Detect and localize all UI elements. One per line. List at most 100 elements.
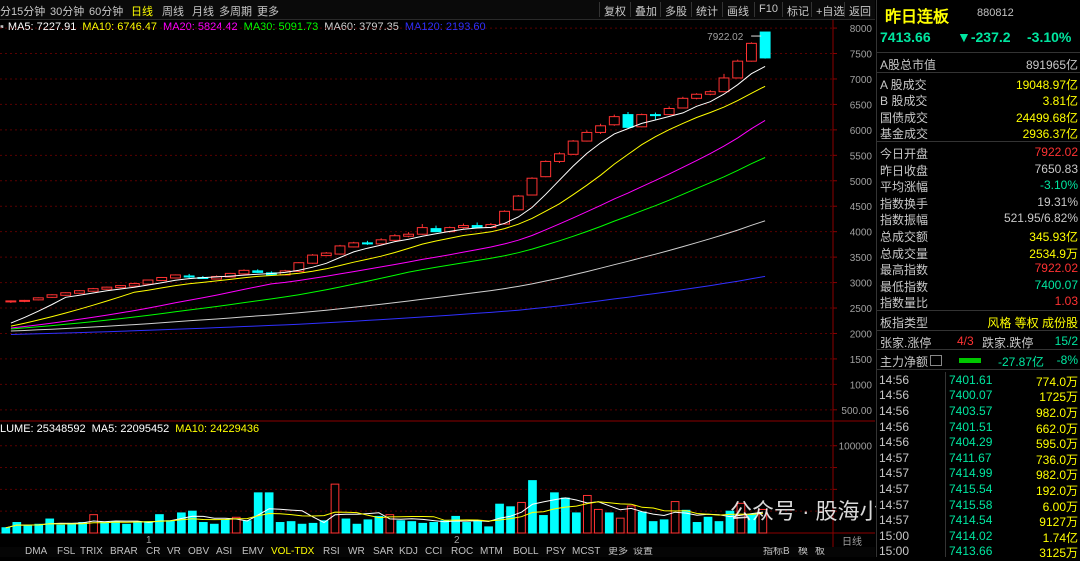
stat-label: 国债成交 xyxy=(880,110,929,125)
indicator-tab-11[interactable]: WR xyxy=(348,547,365,557)
indicator-tab-14[interactable]: CCI xyxy=(425,547,442,557)
tick-row[interactable]: 14:56 7401.61 774.0万 xyxy=(877,372,1080,389)
stat-row: 最高指数 7922.02 xyxy=(877,260,1080,277)
tick-row[interactable]: 14:57 7415.58 6.00万 xyxy=(877,497,1080,514)
candle-body xyxy=(732,60,744,79)
volume-bar xyxy=(220,519,230,534)
ma-line-120 xyxy=(10,275,766,335)
volume-bar xyxy=(637,511,647,534)
stat-label: 指数换手 xyxy=(880,196,929,211)
volume-bar xyxy=(67,522,77,534)
indicator-tab-7[interactable]: ASI xyxy=(216,547,232,557)
volume-bar xyxy=(451,515,461,534)
tick-row[interactable]: 14:57 7411.67 736.0万 xyxy=(877,450,1080,467)
indicator-tab-17[interactable]: BOLL xyxy=(513,547,539,557)
tick-row[interactable]: 15:00 7414.02 1.74亿 xyxy=(877,528,1080,545)
indicator-tab-6[interactable]: OBV xyxy=(188,547,209,557)
stat-value: 2936.37亿 xyxy=(1022,127,1078,142)
tick-row[interactable]: 14:56 7400.07 1725万 xyxy=(877,387,1080,404)
candle-body xyxy=(46,294,58,298)
price-tick-label: 3500 xyxy=(850,253,873,264)
flow-toggle-icon[interactable] xyxy=(930,355,942,367)
peak-price-label: 7922.02 xyxy=(707,32,744,43)
stat-label: B 股成交 xyxy=(880,94,928,109)
candle-body xyxy=(361,242,373,245)
indicator-tab-0[interactable]: DMA xyxy=(25,547,47,557)
volume-bar xyxy=(45,518,55,534)
indicator-tab-12[interactable]: SAR xyxy=(373,547,394,557)
indicator-tab-13[interactable]: KDJ xyxy=(399,547,418,557)
candle-body xyxy=(238,269,250,275)
stat-row: 今日开盘 7922.02 xyxy=(877,144,1080,161)
indicator-tab-15[interactable]: ROC xyxy=(451,547,473,557)
volume-bar xyxy=(692,522,702,534)
candle-body xyxy=(608,116,620,126)
candle-body xyxy=(416,227,428,235)
indicator-tab-9[interactable]: VOL-TDX xyxy=(271,547,314,557)
stat-label: 平均涨幅 xyxy=(880,180,929,195)
indicator-tab-1[interactable]: FSL xyxy=(57,547,75,557)
tick-time: 14:56 xyxy=(879,372,910,387)
indicator-tab-21[interactable]: 设置 xyxy=(633,547,653,557)
tick-row[interactable]: 14:56 7401.51 662.0万 xyxy=(877,419,1080,436)
candle-body xyxy=(567,140,579,155)
candle-body xyxy=(718,77,730,93)
candle-body xyxy=(389,235,401,241)
indicator-tab-8[interactable]: EMV xyxy=(242,547,264,557)
bottom-right-label-1[interactable]: 模 xyxy=(798,547,808,557)
bottom-right-label-2[interactable]: 板 xyxy=(815,547,825,557)
volume-bar xyxy=(100,522,109,534)
index-type-value[interactable]: 风格 等权 成份股 xyxy=(987,314,1078,331)
tick-time: 15:00 xyxy=(879,544,910,559)
indicator-tab-10[interactable]: RSI xyxy=(323,547,340,557)
tick-row[interactable]: 14:57 7414.54 9127万 xyxy=(877,512,1080,529)
stat-value: 19.31% xyxy=(1037,194,1078,209)
tick-time: 14:56 xyxy=(879,388,910,403)
indicator-tab-18[interactable]: PSY xyxy=(546,547,566,557)
price-tick-label: 6500 xyxy=(850,100,873,111)
up-count: 4/3 xyxy=(957,333,974,348)
candle-body xyxy=(375,239,387,245)
index-type-row: 板指类型 风格 等权 成份股 xyxy=(877,313,1080,331)
indicator-tab-20[interactable]: 更多 xyxy=(608,547,628,557)
volume-bar xyxy=(648,521,658,534)
stat-row: 指数振幅 521.95/6.82% xyxy=(877,210,1080,227)
tick-row[interactable]: 14:56 7404.29 595.0万 xyxy=(877,434,1080,451)
tick-time: 14:57 xyxy=(879,497,910,512)
volume-bar xyxy=(670,501,680,534)
volume-bar xyxy=(286,521,296,534)
stat-value: 891965亿 xyxy=(1025,58,1078,72)
bottom-right-label-0[interactable]: 指标B xyxy=(763,547,790,557)
stat-row: 昨日收盘 7650.83 xyxy=(877,161,1080,178)
indicator-tab-19[interactable]: MCST xyxy=(572,547,600,557)
tick-row[interactable]: 14:57 7414.99 982.0万 xyxy=(877,465,1080,482)
volume-bar xyxy=(363,519,373,534)
tick-price: 7400.07 xyxy=(949,388,993,403)
kline-chart[interactable]: 500.00 1000 1500 2000 2500 3000 3500 4000 4500 50… xyxy=(0,0,875,547)
stat-row: 国债成交 24499.68亿 xyxy=(877,108,1080,125)
indicator-tab-5[interactable]: VR xyxy=(167,547,181,557)
indicator-tab-4[interactable]: CR xyxy=(146,547,160,557)
tick-row[interactable]: 14:56 7403.57 982.0万 xyxy=(877,403,1080,420)
stat-row: A 股成交 19048.97亿 xyxy=(877,75,1080,92)
indicator-tab-3[interactable]: BRAR xyxy=(110,547,138,557)
stat-value: 3.81亿 xyxy=(1042,94,1078,109)
indicator-tab-2[interactable]: TRIX xyxy=(80,547,103,557)
candle-body xyxy=(156,276,168,282)
price-tick-label: 4000 xyxy=(850,228,873,239)
volume-bar xyxy=(89,514,98,534)
stat-row: 指数量比 1.03 xyxy=(877,293,1080,311)
tick-row[interactable]: 14:57 7415.54 192.0万 xyxy=(877,481,1080,498)
candle-body xyxy=(73,290,85,294)
flow-amount: -27.87亿 xyxy=(998,355,1045,370)
stat-label: 跌家.跌停 xyxy=(982,335,1034,350)
volume-bar xyxy=(484,526,493,534)
volume-legend-item: MA10: 24229436 xyxy=(175,423,260,435)
candle-body xyxy=(430,228,442,233)
stat-label: 指数量比 xyxy=(880,296,929,311)
indicator-tab-16[interactable]: MTM xyxy=(480,547,503,557)
stat-label: 总成交额 xyxy=(880,230,929,244)
volume-bar xyxy=(166,520,175,534)
volume-bar xyxy=(714,521,724,534)
stat-label: 总成交量 xyxy=(880,246,929,261)
